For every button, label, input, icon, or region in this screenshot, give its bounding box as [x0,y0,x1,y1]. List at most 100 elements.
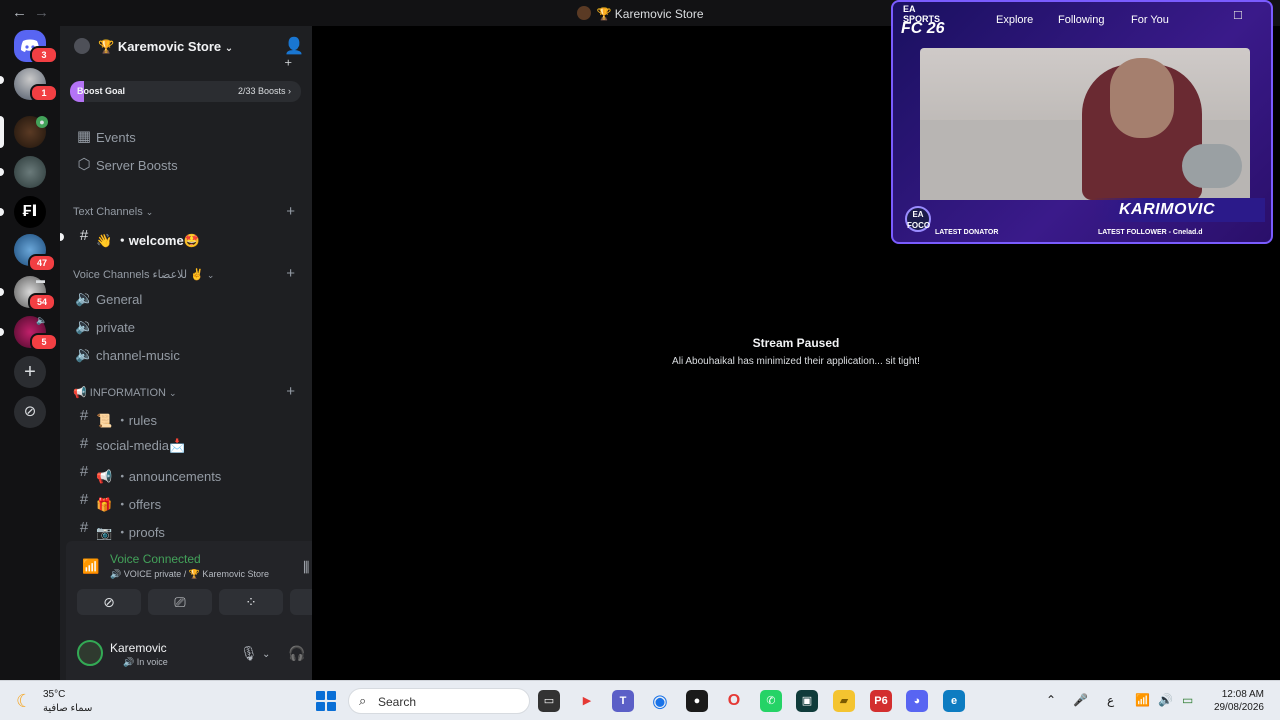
media-player-icon[interactable]: ▶ [576,690,598,712]
guild-icon [74,38,90,54]
voice-channel-music[interactable]: 🔉 channel-music [72,342,304,368]
p6-app-icon[interactable]: P6 [870,690,892,712]
chevron-down-icon: ⌄ [206,270,215,280]
hashtag-icon: # [79,435,89,452]
voice-channel-detail: 🔊 VOICE private / 🏆 Karemovic Store [110,569,269,579]
activities-button[interactable]: ⁘ [219,589,283,615]
microphone-in-use-icon[interactable]: 🎤 [1073,693,1088,707]
fc26-logo: EA SPORTS FC 26 [899,2,951,50]
guild-name: 🏆 Karemovic Store ⌄ [98,39,234,54]
events-label: Events [96,130,136,145]
channel-label: 👋 ・welcome🤩 [96,233,200,248]
start-button[interactable] [316,691,336,711]
megaphone-icon: 📢 [73,387,87,399]
noise-suppression-icon[interactable]: ⫼ [303,559,309,576]
temperature: 35°C [43,689,66,700]
streamer-name: KARIMOVIC [1119,201,1216,218]
camera-off-icon: ⊘ [103,594,115,610]
whatsapp-icon[interactable]: ✆ [760,690,782,712]
teams-icon[interactable]: T [612,690,634,712]
task-view-icon[interactable]: ▭ [538,690,560,712]
chevron-up-icon[interactable]: ⌃ [1046,693,1056,707]
nav-events[interactable]: ▦ Events [72,124,304,150]
unread-pill [0,328,4,336]
weather-description: سماء صافية [43,703,93,714]
chevron-down-icon: ⌄ [145,207,154,217]
boost-goal-bar[interactable]: Boost Goal 2/33 Boosts › [70,81,301,102]
selected-pill [0,116,4,148]
channel-label: social-media📩 [96,438,186,453]
chrome-icon[interactable]: ◉ [649,690,671,712]
headphones-icon[interactable]: 🎧 [288,645,305,662]
activities-icon: ⁘ [245,594,257,610]
add-channel-icon[interactable]: + [286,203,295,220]
server-avatar-3[interactable] [14,156,46,188]
add-channel-icon[interactable]: + [286,265,295,282]
obs-icon[interactable]: ● [686,690,708,712]
invite-user-icon[interactable]: 👤⁺ [284,36,312,76]
nav-server-boosts[interactable]: ⬡ Server Boosts [72,152,304,178]
speaker-icon: 🔉 [75,290,94,307]
channel-label: 📢 ・announcements [96,469,222,484]
ea-badge: EA FOCO [905,206,931,232]
wifi-icon[interactable]: 📶 [1135,693,1150,707]
channel-rules[interactable]: # 📜 ・rules [72,404,304,430]
chevron-down-icon[interactable]: ⌄ [262,649,270,660]
channel-announcements[interactable]: # 📢 ・announcements [72,460,304,486]
capcut-icon[interactable]: ▣ [796,690,818,712]
camera-off-button[interactable]: ⊘ [77,589,141,615]
hashtag-icon: # [79,463,89,480]
server-badge-1: 1 [30,84,58,102]
file-explorer-icon[interactable]: ▰ [833,690,855,712]
server-boosts-label: Server Boosts [96,158,178,173]
battery-icon[interactable]: ▭ [1182,693,1193,707]
username[interactable]: Karemovic [110,641,167,655]
discord-taskbar-icon[interactable]: ◕ [906,690,928,712]
taskbar-search[interactable]: ⌕ Search [348,688,530,714]
stream-overlay-window[interactable]: EA SPORTS FC 26 Explore Following For Yo… [891,0,1273,244]
head [1110,58,1174,138]
add-channel-icon[interactable]: + [286,383,295,400]
hashtag-icon: # [79,519,89,536]
channel-label: 📜 ・rules [96,413,157,428]
category-information[interactable]: 📢 INFORMATION ⌄ + [73,383,305,402]
opera-icon[interactable]: O [723,690,745,712]
volume-icon[interactable]: 🔊 [1158,693,1173,707]
clock-date: 29/08/2026 [1213,702,1264,713]
voice-status[interactable]: Voice Connected [110,552,201,566]
hashtag-icon: # [79,227,89,244]
latest-donator: LATEST DONATOR [935,229,999,236]
microphone-icon[interactable]: 🎙 [240,645,258,662]
screen-share-button[interactable]: ⎚ [148,589,212,615]
avatar[interactable] [77,640,103,666]
voice-channel-private[interactable]: 🔉 private [72,314,304,340]
server-rail: 3 1 ● ₣Ⅰ 47 ▬ 54 🔈 5 + ⊘ [0,26,60,680]
microphone [1182,144,1242,188]
tab-following[interactable]: Following [1058,14,1104,26]
windows-taskbar: ☾ 35°C سماء صافية ⌕ Search ▭ ▶ T ◉ ● O ✆… [0,680,1280,720]
discord-app: ← → 🏆 Karemovic Store 3 1 ● ₣Ⅰ 47 ▬ 54 🔈… [0,0,1280,720]
channel-welcome[interactable]: # 👋 ・welcome🤩 [72,224,304,250]
channel-offers[interactable]: # 🎁 ・offers [72,488,304,514]
category-text-channels[interactable]: Text Channels ⌄ + [73,203,305,222]
search-icon: ⌕ [359,693,367,708]
discover-compass-icon[interactable]: ⊘ [14,396,46,428]
guild-header[interactable]: 🏆 Karemovic Store ⌄ 👤⁺ [60,26,312,75]
system-clock[interactable]: 12:08 AM 29/08/2026 [1214,688,1264,714]
channel-sidebar: 🏆 Karemovic Store ⌄ 👤⁺ Boost Goal 2/33 B… [60,26,366,680]
maximize-icon[interactable]: ☐ [1233,9,1243,22]
input-language[interactable]: ع [1107,693,1114,707]
edge-icon[interactable]: e [943,690,965,712]
channel-social-media[interactable]: # social-media📩 [72,432,304,458]
add-server-icon[interactable]: + [14,356,46,388]
voice-channel-general[interactable]: 🔉 General [72,286,304,312]
calendar-icon: ▦ [76,128,92,145]
clock-time: 12:08 AM [1221,689,1264,700]
tab-for-you[interactable]: For You [1131,14,1169,26]
tab-explore[interactable]: Explore [996,14,1033,26]
server-avatar-4[interactable]: ₣Ⅰ [14,196,46,228]
channel-proofs[interactable]: # 📷 ・proofs [72,516,304,542]
signal-strength-icon[interactable]: 📶 [82,558,99,575]
boost-goal-label: Boost Goal [77,86,126,96]
category-voice-channels[interactable]: Voice Channels للاعضاء ✌️ ⌄ + [73,265,305,284]
